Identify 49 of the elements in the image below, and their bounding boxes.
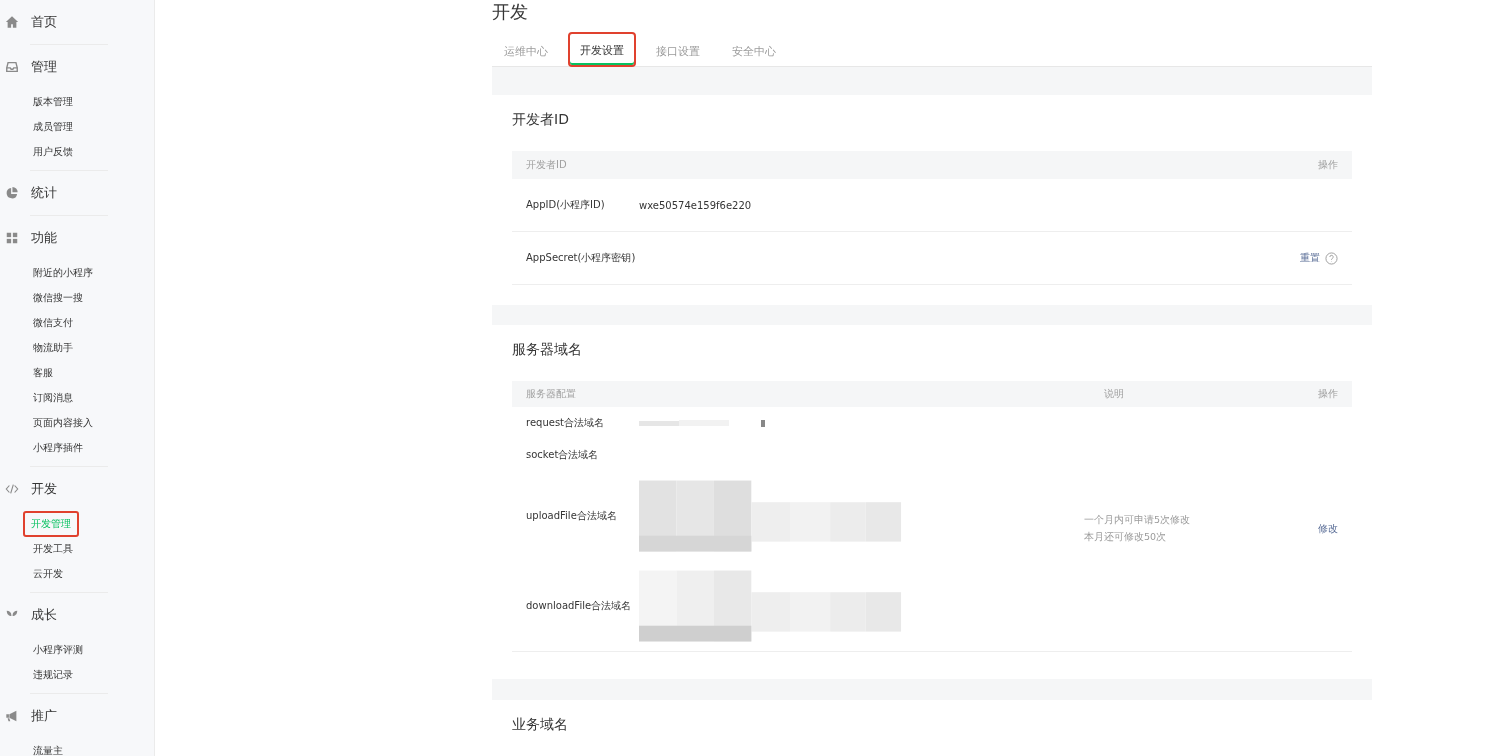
card-title: 开发者ID [512, 110, 570, 129]
table-cell-text: downloadFile合法域名 [526, 599, 633, 613]
tab[interactable]: 开发设置 [568, 32, 636, 67]
sidebar-section-title[interactable]: 开发 [31, 479, 57, 498]
sidebar-item[interactable]: 附近的小程序 [27, 260, 99, 285]
sidebar-section-title[interactable]: 管理 [31, 57, 57, 76]
sidebar-section-title[interactable]: 推广 [31, 706, 57, 725]
pie-chart-icon [5, 185, 19, 200]
sidebar-section-title[interactable]: 首页 [31, 12, 57, 31]
inbox-icon [5, 59, 19, 74]
page-title: 开发 [492, 0, 529, 24]
sidebar-item[interactable]: 成员管理 [27, 114, 79, 139]
sidebar-item[interactable]: 用户反馈 [27, 139, 79, 164]
help-icon[interactable] [1325, 251, 1338, 265]
grid-icon [5, 230, 19, 245]
sidebar-item[interactable]: 页面内容接入 [27, 410, 99, 435]
sidebar-item[interactable]: 微信搜一搜 [27, 285, 89, 310]
table-cell-text: AppID(小程序ID) [526, 198, 606, 212]
table-cell-text: socket合法域名 [526, 448, 600, 462]
column-header: 操作 [1318, 387, 1338, 401]
sidebar-item[interactable]: 客服 [27, 360, 59, 385]
sidebar-item[interactable]: 微信支付 [27, 310, 79, 335]
sidebar-section-title[interactable]: 成长 [31, 605, 57, 624]
card-title: 业务域名 [512, 715, 569, 734]
home-icon [5, 14, 19, 29]
sidebar-section-title[interactable]: 功能 [31, 228, 57, 247]
table-cell: wxe50574e159f6e220 [639, 199, 752, 211]
card-title: 服务器域名 [512, 340, 583, 359]
column-header: 说明 [1104, 387, 1125, 401]
sidebar-section-title[interactable]: 统计 [31, 183, 57, 202]
table-cell-text: uploadFile合法域名 [526, 509, 618, 523]
column-header: 操作 [1318, 158, 1338, 172]
column-header: 开发者ID [526, 158, 567, 172]
sidebar-item[interactable]: 物流助手 [27, 335, 79, 360]
sidebar-item[interactable]: 订阅消息 [27, 385, 79, 410]
modify-link[interactable]: 修改 [1318, 522, 1338, 536]
sidebar-item[interactable]: 云开发 [27, 561, 69, 586]
sidebar-item[interactable]: 小程序插件 [27, 435, 89, 460]
sidebar-item[interactable]: 版本管理 [27, 89, 79, 114]
megaphone-icon [5, 708, 19, 723]
reset-link[interactable]: 重置 [1300, 251, 1320, 265]
column-header: 服务器配置 [526, 387, 577, 401]
table-cell-text: request合法域名 [526, 416, 605, 430]
sidebar-item[interactable]: 违规记录 [27, 662, 79, 687]
sidebar-item[interactable]: 流量主 [27, 738, 69, 756]
sidebar-item[interactable]: 开发工具 [27, 536, 79, 561]
table-cell-text: AppSecret(小程序密钥) [526, 251, 637, 265]
sidebar-item[interactable]: 小程序评测 [27, 637, 89, 662]
note-text: 本月还可修改50次 [1084, 531, 1168, 544]
